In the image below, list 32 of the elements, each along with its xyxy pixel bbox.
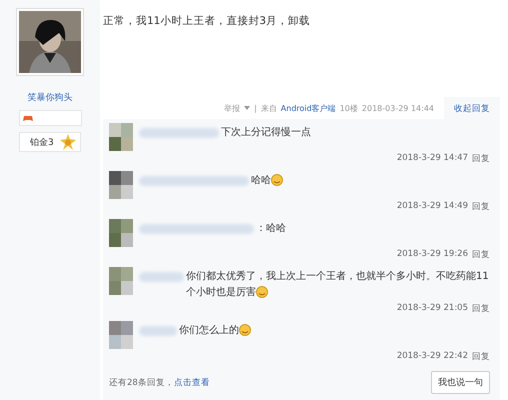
- reply-link[interactable]: 回复: [472, 351, 490, 363]
- comment-text: 你们怎么上的: [179, 325, 239, 336]
- post-time: 2018-03-29 14:44: [362, 104, 434, 112]
- collapse-replies-tab[interactable]: 收起回复: [444, 97, 500, 119]
- reply-button[interactable]: 我也说一句: [431, 371, 490, 394]
- more-replies-text: 还有28条回复，: [109, 378, 174, 388]
- blurred-name: [139, 272, 184, 282]
- blurred-name: [139, 326, 177, 336]
- post-text: 正常，我11小时上王者，直接封3月，卸载: [103, 14, 312, 29]
- floor-number: 10楼: [340, 102, 358, 114]
- caret-icon[interactable]: [244, 106, 250, 110]
- view-more-link[interactable]: 点击查看: [174, 378, 210, 388]
- report-link[interactable]: 举报: [224, 102, 240, 114]
- comment-text: ：哈哈: [256, 223, 286, 234]
- comment-time: 2018-3-29 14:49: [396, 201, 468, 213]
- reply-link[interactable]: 回复: [472, 201, 490, 213]
- comment-text: 下次上分记得慢一点: [221, 127, 311, 138]
- reply-link[interactable]: 回复: [472, 249, 490, 261]
- reply-link[interactable]: 回复: [472, 153, 490, 165]
- source-link[interactable]: Android客户端: [280, 102, 336, 114]
- reply-link[interactable]: 回复: [472, 303, 490, 315]
- comment-time: 2018-3-29 21:05: [396, 303, 468, 315]
- comment-time: 2018-3-29 14:47: [396, 153, 468, 165]
- rank-label: 铂金3: [30, 136, 54, 148]
- comment-text: 你们都太优秀了，我上次上一个王者，也就半个多小时。不吃药能11个小时也是厉害: [186, 271, 489, 298]
- source-label: 来自: [260, 102, 277, 114]
- comment-time: 2018-3-29 22:42: [396, 351, 468, 363]
- separator: |: [254, 104, 257, 112]
- comment-text: 哈哈: [251, 175, 271, 186]
- comment-time: 2018-3-29 19:26: [396, 249, 468, 261]
- star-badge-icon: [60, 134, 76, 150]
- user-name[interactable]: 笑暴你狗头: [28, 91, 72, 104]
